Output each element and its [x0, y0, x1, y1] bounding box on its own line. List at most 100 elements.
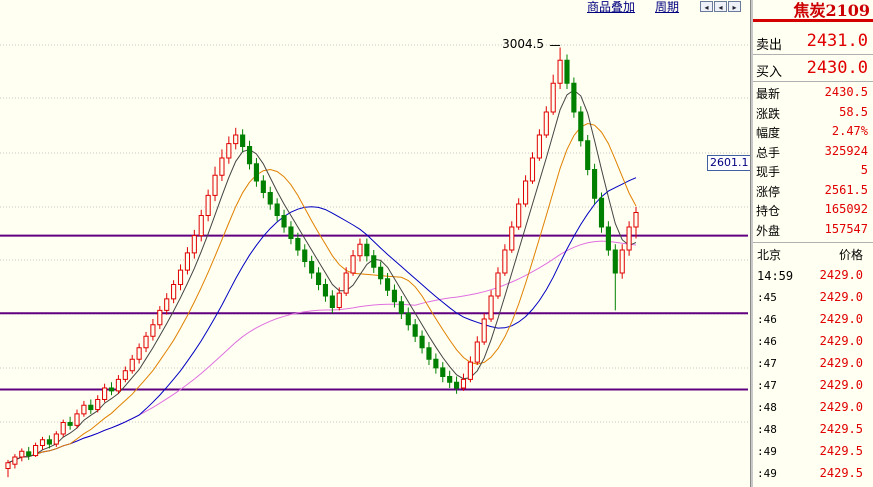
candle-body	[191, 235, 197, 254]
candle-body	[122, 370, 128, 380]
candle-body	[626, 226, 632, 251]
candle-body	[212, 174, 218, 196]
candle-body	[447, 376, 453, 383]
candle-body	[364, 243, 370, 257]
candle-body	[102, 387, 108, 400]
candle-body	[509, 226, 515, 251]
candle-body	[592, 169, 598, 199]
kline-chart[interactable]: 3004.5 2601.1	[0, 0, 752, 487]
candle-body	[336, 292, 342, 308]
candle-body	[543, 111, 549, 136]
candle-body	[26, 451, 32, 457]
tick-time: 14:59	[757, 269, 794, 283]
candle-body	[198, 215, 204, 237]
candle-body	[157, 309, 163, 326]
candle-body	[46, 439, 52, 445]
stat-row: 涨停 2561.5	[753, 182, 873, 201]
candle-body	[550, 82, 556, 113]
buy-label: 买入	[756, 65, 783, 80]
stat-value: 2561.5	[824, 182, 868, 197]
candle-body	[502, 249, 508, 274]
tick-price: 2429.0	[819, 378, 863, 392]
candle-body	[633, 211, 639, 228]
stat-row: 总手 325924	[753, 143, 873, 162]
stat-value: 5	[860, 163, 868, 177]
candle-body	[329, 295, 335, 308]
candle-body	[67, 422, 73, 426]
candle-body	[405, 312, 411, 326]
stat-label: 持仓	[756, 204, 781, 218]
tick-price: 2429.0	[819, 268, 863, 282]
candle-body	[488, 295, 494, 320]
tick-row: :48 2429.0	[753, 397, 873, 419]
quote-panel: 焦炭2109 卖出 2431.0 买入 2430.0 最新 2430.5 涨跌 58.…	[753, 0, 873, 487]
stat-row: 幅度 2.47%	[753, 123, 873, 142]
candle-body	[88, 404, 94, 411]
tick-time: :47	[757, 379, 777, 392]
candle-body	[454, 381, 460, 389]
tick-time: :45	[757, 291, 777, 304]
stat-label: 幅度	[756, 126, 781, 140]
candle-body	[19, 450, 25, 458]
tick-price: 2429.0	[819, 334, 863, 348]
candle-body	[129, 358, 135, 372]
tick-time: :49	[757, 445, 777, 458]
stat-value: 58.5	[839, 104, 868, 119]
candle-body	[578, 111, 584, 142]
candle-body	[288, 226, 294, 239]
candle-body	[295, 238, 301, 251]
zoom-in-icon[interactable]: ▸	[728, 1, 741, 12]
candle-body	[440, 367, 446, 377]
candle-body	[39, 439, 46, 446]
candle-body	[371, 255, 377, 268]
tick-time: :46	[757, 335, 777, 348]
candle-body	[12, 456, 18, 465]
candle-body	[460, 378, 467, 389]
overlay-link[interactable]: 商品叠加	[587, 0, 635, 14]
candle-body	[605, 226, 611, 251]
peak-annotation: 3004.5	[502, 37, 545, 52]
buy-price: 2430.0	[806, 58, 868, 78]
candle-body	[529, 157, 536, 182]
candle-body	[391, 289, 398, 303]
tick-price: 2429.0	[819, 290, 863, 304]
buy-row: 买入 2430.0	[753, 56, 873, 80]
candle-body	[164, 298, 170, 311]
candle-body	[253, 163, 260, 182]
candle-body	[274, 203, 280, 216]
candle-body	[322, 284, 329, 297]
candle-body	[33, 445, 39, 457]
stat-row: 持仓 165092	[753, 201, 873, 220]
candle-body	[564, 59, 570, 84]
candle-body	[557, 59, 563, 84]
stat-label: 总手	[756, 145, 781, 160]
candle-body	[267, 192, 273, 205]
kline-svg	[0, 44, 748, 478]
stat-label: 涨停	[756, 184, 781, 199]
tick-row: :48 2429.5	[753, 419, 873, 441]
candle-body	[598, 197, 605, 228]
candle-body	[419, 335, 425, 349]
stat-label: 涨跌	[756, 106, 781, 121]
candle-body	[143, 335, 149, 349]
tick-price: 2429.5	[819, 466, 863, 480]
tick-price: 2429.0	[819, 312, 863, 326]
candle-body	[246, 146, 253, 165]
scroll-left-icon[interactable]: ◂	[700, 1, 713, 12]
candle-body	[495, 272, 501, 297]
stat-value: 2430.5	[824, 85, 868, 99]
candle-body	[619, 249, 625, 274]
ticks-price-header: 价格	[838, 248, 863, 262]
candle-body	[571, 82, 577, 113]
sell-price: 2431.0	[806, 31, 868, 51]
candle-body	[474, 341, 480, 363]
period-link[interactable]: 周期	[655, 0, 679, 14]
stat-value: 157547	[824, 221, 868, 236]
candle-body	[136, 347, 142, 360]
tick-row: :45 2429.0	[753, 287, 873, 309]
stat-value: 325924	[824, 143, 868, 158]
candle-body	[315, 272, 322, 285]
zoom-out-icon[interactable]: ◂	[714, 1, 727, 12]
tick-row: :46 2429.0	[753, 331, 873, 353]
candle-body	[5, 462, 11, 469]
